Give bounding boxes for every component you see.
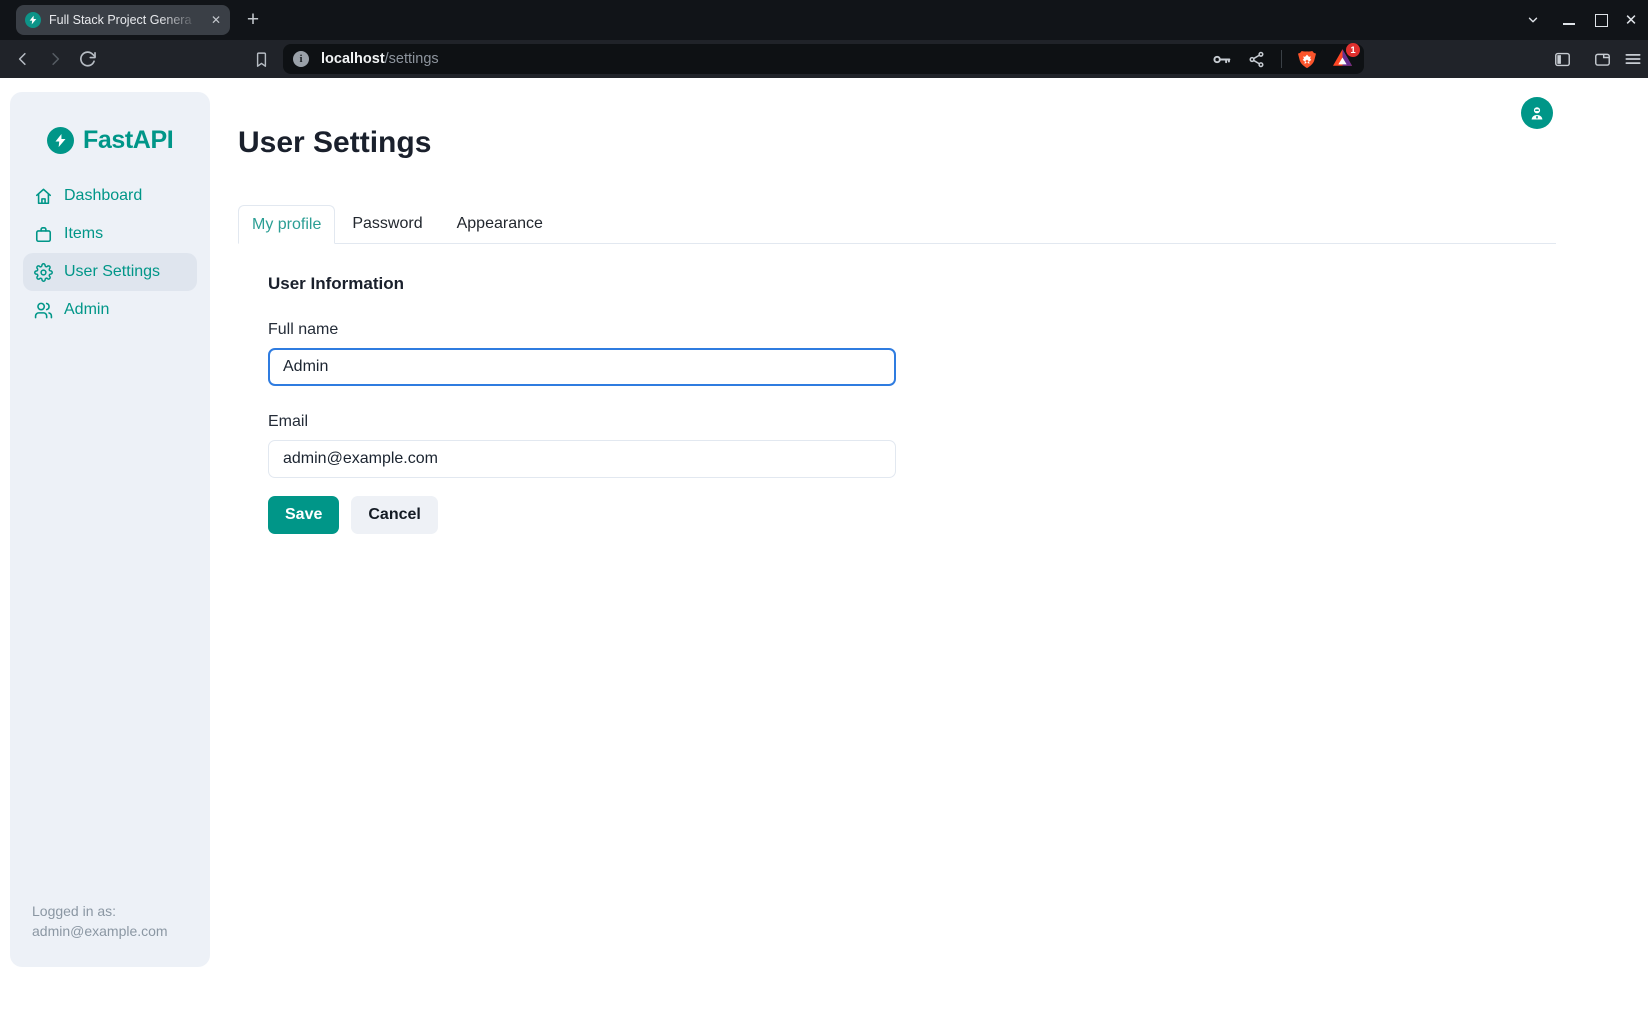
brave-rewards-icon[interactable]: 1 [1332, 48, 1354, 70]
brand-name: FastAPI [83, 126, 173, 155]
email-label: Email [268, 413, 1556, 431]
back-icon[interactable] [12, 48, 34, 70]
address-bar[interactable]: i localhost/settings 1 [283, 44, 1364, 74]
tab-search-chevron-icon[interactable] [1520, 0, 1546, 40]
url-text: localhost/settings [321, 51, 439, 67]
gear-icon [33, 262, 53, 282]
home-icon [33, 186, 53, 206]
logged-in-info: Logged in as: admin@example.com [32, 901, 168, 941]
briefcase-icon [33, 224, 53, 244]
brave-shield-icon[interactable] [1297, 49, 1317, 70]
browser-window: Full Stack Project Genera ✕ + ✕ i localh… [0, 0, 1648, 1025]
sidebar-item-label: Admin [64, 301, 109, 319]
fastapi-favicon-icon [25, 12, 41, 28]
section-title: User Information [268, 274, 1556, 294]
sidebar-item-label: User Settings [64, 263, 160, 281]
sidebar-item-dashboard[interactable]: Dashboard [23, 177, 197, 215]
sidebar-item-label: Items [64, 225, 103, 243]
users-icon [33, 300, 53, 320]
new-tab-button[interactable]: + [240, 5, 266, 35]
main-content: User Settings My profile Password Appear… [238, 78, 1556, 534]
rewards-badge: 1 [1346, 43, 1360, 57]
window-minimize-button[interactable] [1556, 0, 1582, 40]
page-content: FastAPI Dashboard Items [0, 78, 1648, 1025]
sidebar-item-label: Dashboard [64, 187, 142, 205]
sidebar-item-items[interactable]: Items [23, 215, 197, 253]
site-info-icon[interactable]: i [293, 51, 309, 67]
cancel-button[interactable]: Cancel [351, 496, 437, 534]
forward-icon[interactable] [44, 48, 66, 70]
sidebar-item-user-settings[interactable]: User Settings [23, 253, 197, 291]
tab-close-icon[interactable]: ✕ [211, 14, 221, 26]
wallet-icon[interactable] [1591, 48, 1613, 70]
fullname-label: Full name [268, 321, 1556, 339]
menu-hamburger-icon[interactable] [1622, 48, 1644, 70]
logged-in-email: admin@example.com [32, 921, 168, 941]
sidebar-item-admin[interactable]: Admin [23, 291, 197, 329]
sidebar: FastAPI Dashboard Items [10, 92, 210, 967]
browser-tab-strip: Full Stack Project Genera ✕ + ✕ [0, 0, 1648, 40]
url-host: localhost [321, 51, 385, 67]
url-path: /settings [385, 51, 439, 67]
email-input[interactable] [268, 440, 896, 478]
bookmark-icon[interactable] [250, 48, 272, 70]
sidebar-panel-icon[interactable] [1551, 48, 1573, 70]
fastapi-logo-icon [47, 127, 74, 154]
tab-password[interactable]: Password [335, 205, 439, 243]
key-icon[interactable] [1211, 49, 1232, 70]
window-close-button[interactable]: ✕ [1618, 0, 1644, 40]
fullname-input[interactable] [268, 348, 896, 386]
reload-icon[interactable] [76, 48, 98, 70]
tab-my-profile[interactable]: My profile [238, 205, 335, 244]
logged-in-label: Logged in as: [32, 901, 168, 921]
toolbar-divider [1281, 50, 1282, 68]
profile-panel: User Information Full name Email Save Ca… [238, 244, 1556, 534]
tab-title: Full Stack Project Genera [49, 13, 203, 27]
page-title: User Settings [238, 126, 1556, 160]
browser-tab[interactable]: Full Stack Project Genera ✕ [16, 5, 230, 35]
save-button[interactable]: Save [268, 496, 339, 534]
share-icon[interactable] [1247, 50, 1266, 69]
window-maximize-button[interactable] [1588, 0, 1614, 40]
fastapi-brand: FastAPI [10, 92, 210, 171]
sidebar-nav: Dashboard Items User Settings [10, 171, 210, 329]
settings-tabs: My profile Password Appearance [238, 205, 1556, 244]
form-actions: Save Cancel [268, 496, 1556, 534]
tab-appearance[interactable]: Appearance [440, 205, 560, 243]
